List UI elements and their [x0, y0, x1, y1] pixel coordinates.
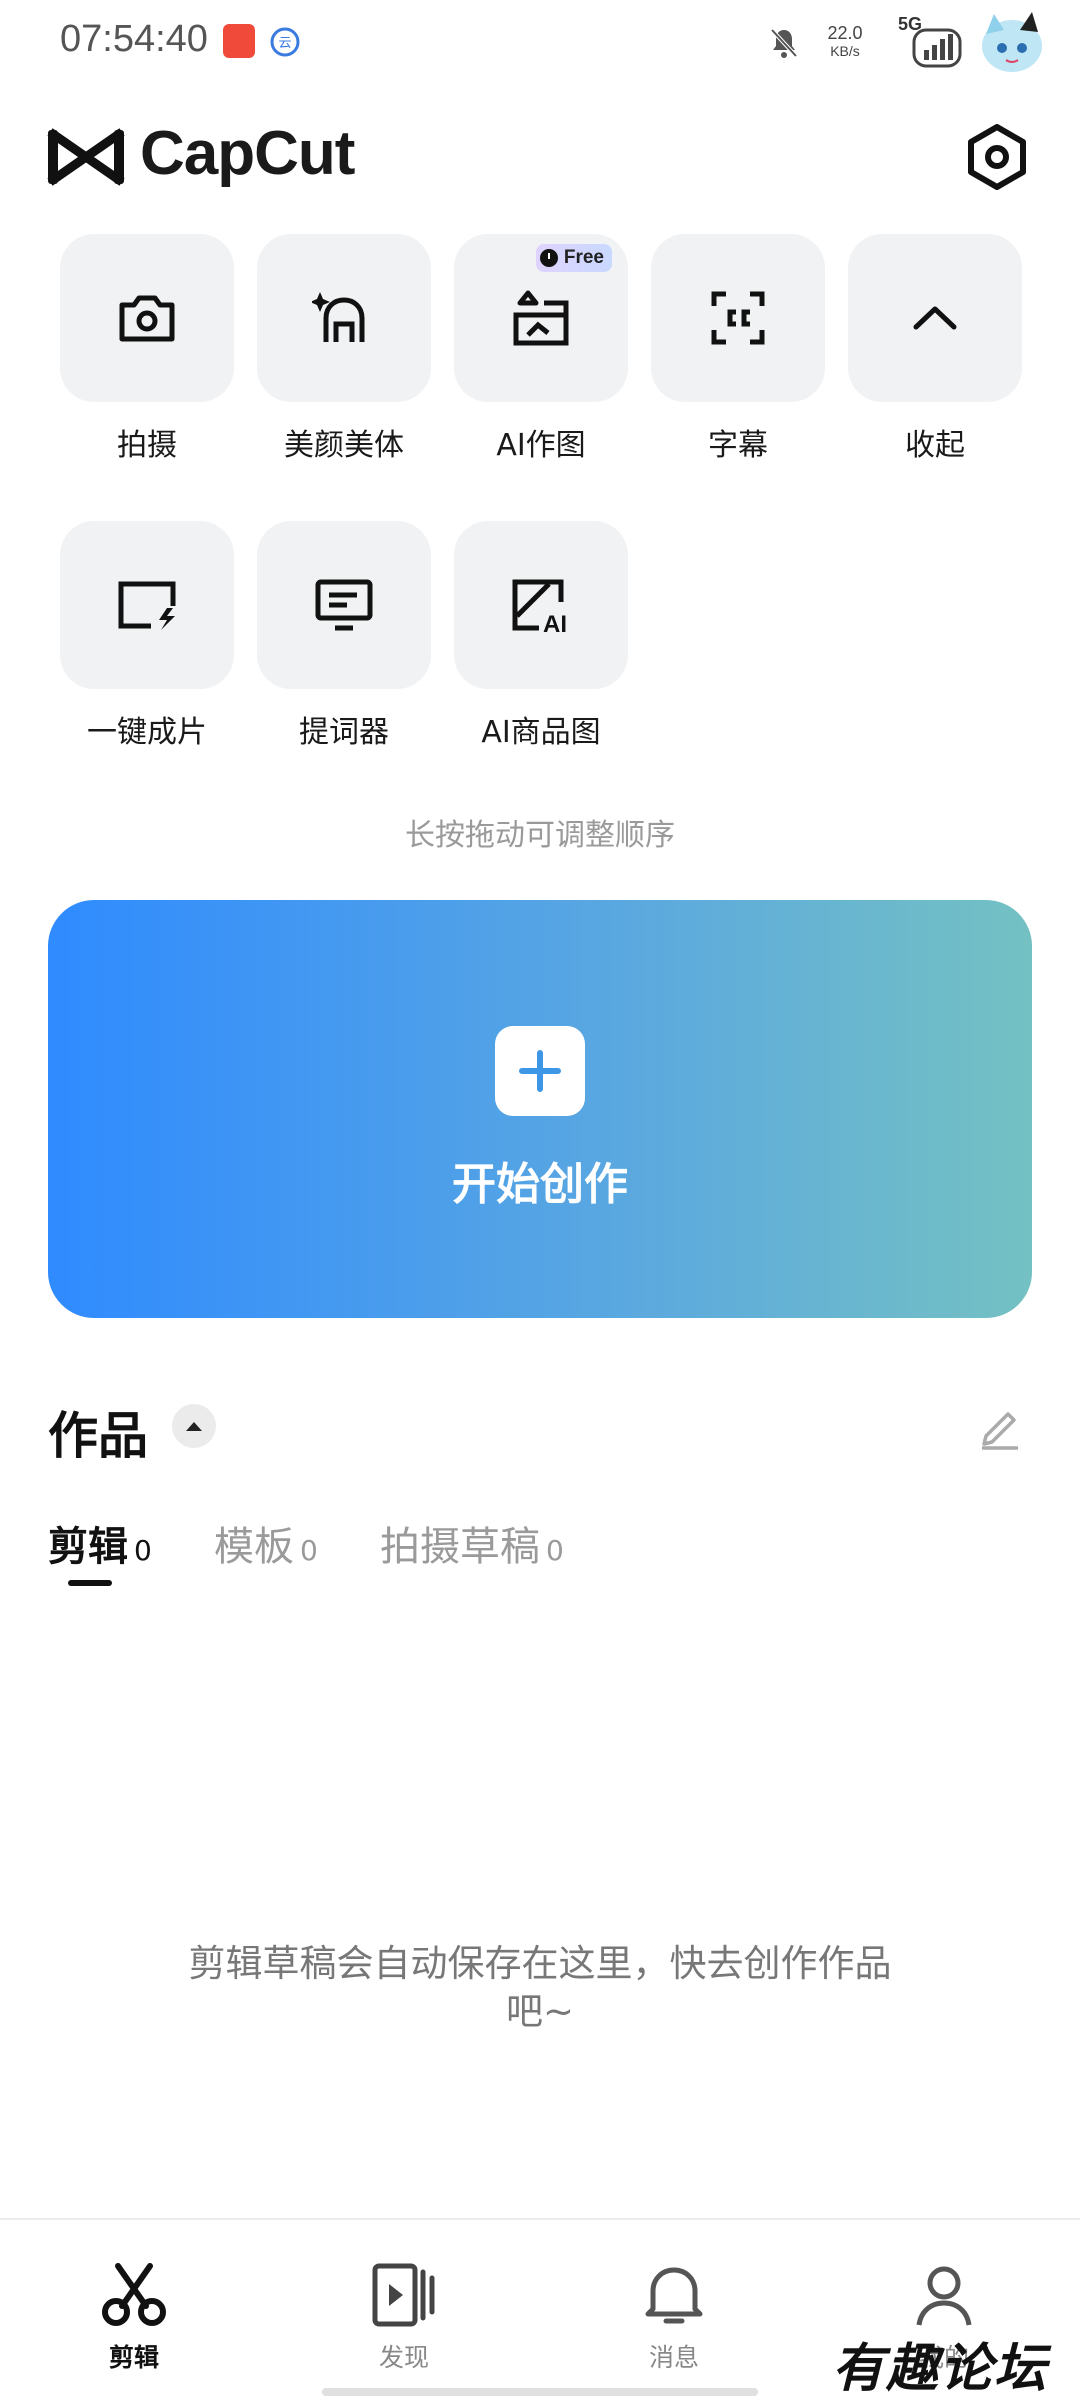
tool-quick-video-box[interactable]: [60, 521, 234, 689]
nav-messages[interactable]: 消息: [574, 2258, 774, 2374]
home-indicator[interactable]: [322, 2388, 758, 2396]
tool-label: 收起: [905, 428, 965, 463]
tab-label: 模板: [214, 1524, 294, 1570]
tab-edit[interactable]: 剪辑 0: [48, 1514, 152, 1572]
profile-icon: [916, 2266, 972, 2326]
tool-collapse[interactable]: 收起: [848, 234, 1022, 464]
caret-up-icon: [186, 1422, 202, 1431]
free-badge: Free: [535, 244, 612, 272]
tool-shoot[interactable]: 拍摄: [60, 234, 234, 464]
tool-ai-image-box[interactable]: Free: [454, 234, 628, 402]
free-badge-label: Free: [563, 247, 604, 268]
active-tab-indicator: [68, 1580, 112, 1586]
tool-ai-product-box[interactable]: AI: [454, 521, 628, 689]
plus-icon: [495, 1026, 585, 1116]
tool-beauty-box[interactable]: [257, 234, 431, 402]
watermark: 有趣论坛: [832, 2338, 1049, 2399]
tab-label: 剪辑: [48, 1524, 128, 1570]
tab-shoot-drafts[interactable]: 拍摄草稿 0: [380, 1514, 564, 1572]
ai-image-icon: [513, 290, 569, 346]
tool-label: 字幕: [708, 428, 768, 463]
svg-text:AI: AI: [543, 611, 567, 634]
start-creation-button[interactable]: 开始创作: [48, 900, 1032, 1318]
works-title: 作品: [48, 1407, 148, 1465]
tool-caption[interactable]: 字幕: [651, 234, 825, 464]
tool-label: 美颜美体: [284, 428, 404, 463]
tool-beauty[interactable]: 美颜美体: [257, 234, 431, 464]
beauty-icon: [312, 292, 365, 342]
svg-text:云: 云: [278, 35, 291, 50]
clock-icon: [539, 249, 558, 267]
app-title: CapCut: [140, 119, 355, 188]
quick-video-icon: [118, 581, 176, 630]
tool-label: 提词器: [299, 715, 389, 750]
nav-label: 消息: [648, 2343, 699, 2372]
discover-icon: [372, 2263, 435, 2327]
settings-button[interactable]: [962, 122, 1032, 192]
tab-count: 0: [134, 1534, 152, 1567]
tool-ai-image[interactable]: Free AI作图: [454, 234, 628, 464]
chevron-up-icon: [913, 306, 957, 330]
mute-icon: [770, 28, 798, 58]
tab-count: 0: [546, 1534, 564, 1567]
network-speed: 22.0 KB/s: [810, 24, 880, 60]
tool-label: AI作图: [496, 428, 586, 463]
tool-label: AI商品图: [481, 715, 601, 750]
tab-template[interactable]: 模板 0: [214, 1514, 318, 1572]
edit-button[interactable]: [978, 1402, 1022, 1450]
avatar-sticker-icon: [982, 12, 1042, 72]
app-header: CapCut: [0, 112, 1080, 202]
nav-label: 剪辑: [108, 2343, 159, 2372]
empty-state-message: 剪辑草稿会自动保存在这里，快去创作作品吧~: [188, 1942, 892, 2033]
tool-teleprompter[interactable]: 提词器: [257, 521, 431, 751]
capcut-logo-icon: [47, 128, 125, 186]
nav-edit[interactable]: 剪辑: [34, 2258, 234, 2374]
works-collapse-button[interactable]: [172, 1404, 216, 1448]
status-time: 07:54:40: [60, 18, 208, 60]
camera-icon: [119, 295, 175, 342]
ai-product-icon: AI: [512, 579, 567, 634]
speed-unit: KB/s: [830, 43, 860, 59]
tool-teleprompter-box[interactable]: [257, 521, 431, 689]
tool-shoot-box[interactable]: [60, 234, 234, 402]
notification-app2-icon: 云: [270, 27, 300, 57]
tool-quick-video[interactable]: 一键成片: [60, 521, 234, 751]
tool-ai-product[interactable]: AI AI商品图: [454, 521, 628, 751]
signal-icon: [912, 28, 962, 68]
tool-label: 一键成片: [87, 715, 207, 750]
tool-caption-box[interactable]: [651, 234, 825, 402]
reorder-hint: 长按拖动可调整顺序: [405, 818, 675, 853]
tool-label: 拍摄: [117, 428, 177, 463]
speed-value: 22.0: [827, 23, 863, 43]
nav-discover[interactable]: 发现: [304, 2258, 504, 2374]
caption-icon: [711, 291, 765, 345]
status-bar: 07:54:40 云 22.0 KB/s 5G: [0, 0, 1080, 84]
notification-app-icon: [223, 24, 255, 58]
tool-collapse-box[interactable]: [848, 234, 1022, 402]
nav-label: 发现: [378, 2343, 429, 2372]
start-creation-label: 开始创作: [452, 1159, 628, 1210]
scissors-icon: [102, 2263, 166, 2326]
bell-icon: [645, 2267, 703, 2324]
teleprompter-icon: [315, 579, 373, 631]
tab-label: 拍摄草稿: [380, 1524, 540, 1570]
works-tabs: 剪辑 0 模板 0 拍摄草稿 0: [48, 1514, 948, 1594]
tab-count: 0: [300, 1534, 318, 1567]
